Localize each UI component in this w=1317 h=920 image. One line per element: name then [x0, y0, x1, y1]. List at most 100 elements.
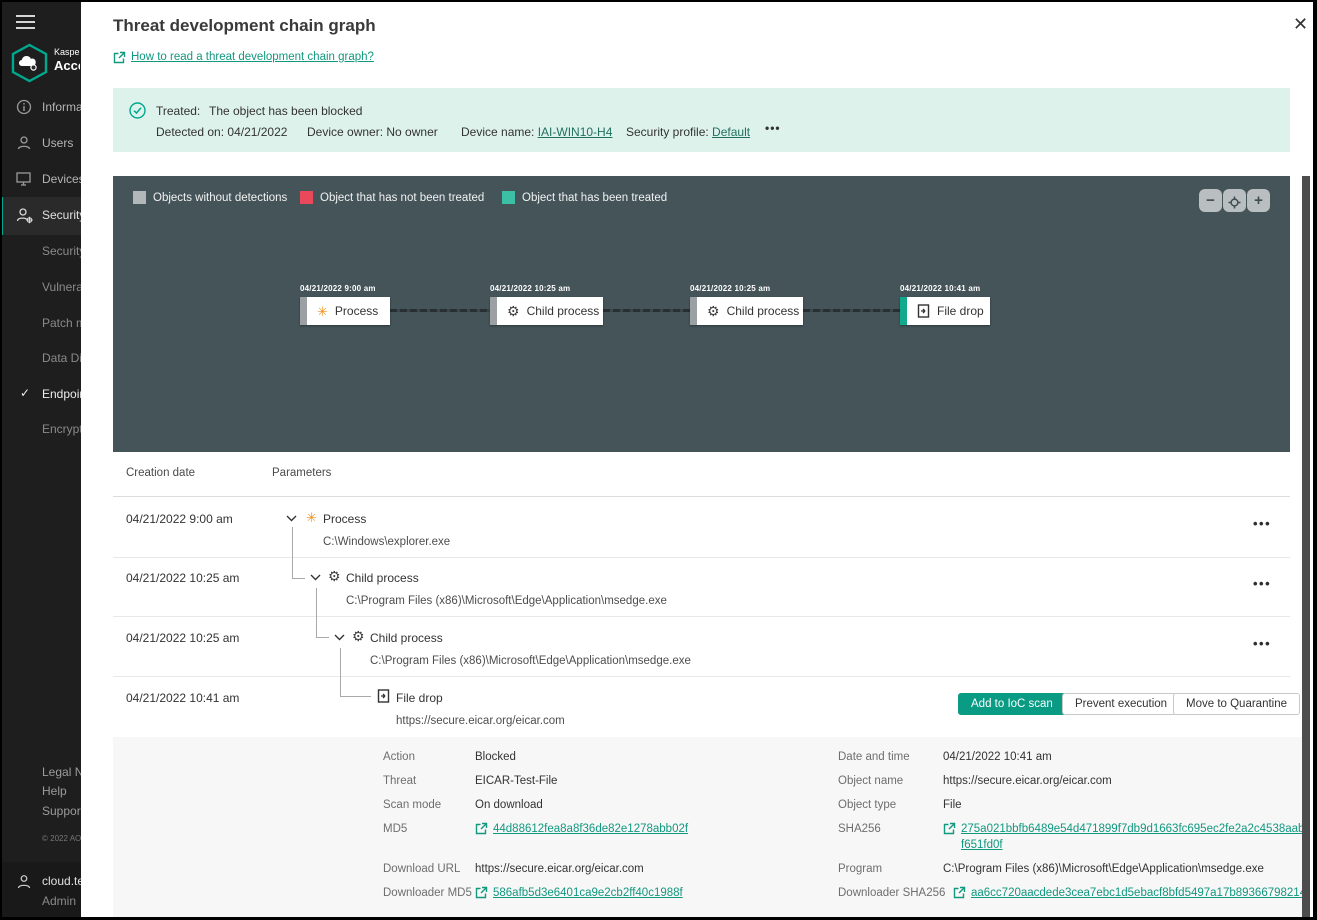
status-banner: Treated: The object has been blocked Det… [113, 88, 1290, 152]
detail-label: Object type [838, 799, 896, 811]
detail-label: SHA256 [838, 823, 881, 835]
row-more-icon[interactable]: ••• [1253, 516, 1271, 531]
device-owner-value: No owner [386, 125, 437, 139]
sidebar-subitem-data-discovery[interactable]: Data Dis [42, 351, 81, 365]
sidebar-subitem-patch-management[interactable]: Patch m [42, 316, 81, 330]
detail-value: https://secure.eicar.org/eicar.com [943, 775, 1112, 787]
md5-hash-link[interactable]: 44d88612fea8a8f36de82e1278abb02f [493, 821, 688, 837]
security-profile-link[interactable]: Default [712, 125, 750, 139]
detail-label: Date and time [838, 751, 910, 763]
detail-label: Object name [838, 775, 903, 787]
frame-edge [1313, 0, 1317, 920]
red-swatch-icon [300, 191, 313, 204]
copyright-text: © 2022 AO [42, 834, 81, 843]
user-role: Admin [42, 894, 81, 908]
chevron-down-icon[interactable] [334, 634, 345, 641]
graph-node-file-drop[interactable]: File drop [900, 297, 990, 325]
md5-link-row: 44d88612fea8a8f36de82e1278abb02f [475, 821, 688, 837]
sha256-hash-link[interactable]: 275a021bbfb6489e54d471899f7db9d1663fc695… [961, 821, 1305, 853]
sidebar-item-security[interactable]: Security [42, 208, 81, 222]
user-avatar-icon [16, 874, 32, 890]
close-icon[interactable]: ✕ [1293, 14, 1308, 35]
users-icon [16, 135, 32, 151]
legend-label: Object that has not been treated [320, 192, 484, 204]
check-icon: ✓ [20, 386, 30, 400]
legend-no-detections: Objects without detections [133, 191, 287, 204]
node-timestamp: 04/21/2022 10:41 am [900, 284, 980, 293]
column-header-creation-date: Creation date [126, 467, 195, 479]
external-link-icon [953, 886, 966, 899]
zoom-out-button[interactable]: − [1199, 189, 1222, 212]
sidebar-item-devices[interactable]: Devices [42, 172, 81, 186]
sidebar-subitem-endpoint[interactable]: Endpoin [42, 387, 81, 401]
downloader-sha256-hash-link[interactable]: aa6cc720aacdede3cea7ebc1d5ebacf8bfd5497a… [971, 885, 1305, 901]
node-label: Process [335, 304, 378, 318]
row-path: https://secure.eicar.org/eicar.com [396, 715, 565, 727]
node-timestamp: 04/21/2022 10:25 am [490, 284, 570, 293]
column-header-parameters: Parameters [272, 467, 331, 479]
sidebar-link-support[interactable]: Support [42, 804, 81, 818]
chevron-down-icon[interactable] [286, 515, 297, 522]
divider [113, 676, 1290, 677]
graph-node-child-process[interactable]: ⚙ Child process [690, 297, 803, 325]
node-label: Child process [727, 304, 800, 318]
row-path: C:\Program Files (x86)\Microsoft\Edge\Ap… [346, 595, 667, 607]
row-path: C:\Program Files (x86)\Microsoft\Edge\Ap… [370, 655, 691, 667]
detail-label: Downloader SHA256 [838, 887, 945, 899]
center-graph-button[interactable] [1223, 189, 1246, 212]
gear-icon: ⚙ [707, 304, 720, 318]
security-profile: Security profile: Default [626, 125, 750, 139]
row-more-icon[interactable]: ••• [1253, 576, 1271, 591]
sidebar-subitem-encryption[interactable]: Encrypt [42, 422, 81, 436]
graph-node-child-process[interactable]: ⚙ Child process [490, 297, 603, 325]
detail-value: EICAR-Test-File [475, 775, 557, 787]
scrollbar[interactable] [1302, 176, 1310, 917]
legend-treated: Object that has been treated [502, 191, 667, 204]
gear-icon: ⚙ [507, 304, 520, 318]
chevron-down-icon[interactable] [310, 574, 321, 581]
detail-label: Download URL [383, 863, 460, 875]
detail-label: Threat [383, 775, 416, 787]
detail-label: Action [383, 751, 415, 763]
frame-edge [0, 0, 2, 920]
graph-edge [803, 309, 900, 312]
node-label: Child process [527, 304, 600, 318]
prevent-execution-button[interactable]: Prevent execution [1062, 693, 1180, 715]
devices-icon [16, 171, 33, 187]
sidebar-link-help[interactable]: Help [42, 784, 81, 798]
node-status-bar [490, 297, 497, 325]
hamburger-menu-icon[interactable] [16, 15, 35, 29]
row-creation-date: 04/21/2022 9:00 am [126, 512, 233, 526]
sidebar-subitem-security-management[interactable]: Security [42, 244, 81, 258]
tree-connector [340, 648, 371, 697]
sidebar-item-users[interactable]: Users [42, 136, 81, 150]
divider [113, 557, 1290, 558]
gear-icon: ⚙ [352, 629, 365, 643]
page-title: Threat development chain graph [113, 16, 376, 36]
user-account-name: cloud.te [42, 874, 81, 888]
move-to-quarantine-button[interactable]: Move to Quarantine [1173, 693, 1300, 715]
device-name-link[interactable]: IAI-WIN10-H4 [538, 125, 613, 139]
file-drop-icon [917, 304, 930, 318]
banner-more-icon[interactable]: ••• [765, 121, 781, 135]
sidebar-user-section[interactable]: cloud.te Admin [0, 862, 81, 920]
node-timestamp: 04/21/2022 10:25 am [690, 284, 770, 293]
graph-edge [390, 309, 490, 312]
node-status-bar [300, 297, 307, 325]
zoom-in-button[interactable]: + [1247, 189, 1270, 212]
detected-on-value: 04/21/2022 [227, 125, 287, 139]
kaspersky-logo-icon [9, 43, 50, 83]
row-more-icon[interactable]: ••• [1253, 636, 1271, 651]
gear-icon: ⚙ [328, 569, 341, 583]
how-to-read-link[interactable]: How to read a threat development chain g… [131, 51, 374, 63]
add-to-ioc-scan-button[interactable]: Add to IoC scan [958, 693, 1066, 715]
downloader-md5-hash-link[interactable]: 586afb5d3e6401ca9e2cb2ff40c1988f [493, 885, 683, 901]
detail-label: Program [838, 863, 882, 875]
brand-name-top: Kasper [54, 47, 80, 57]
graph-node-process[interactable]: ✳ Process [300, 297, 390, 325]
sidebar-item-information[interactable]: Informa [42, 100, 81, 114]
row-creation-date: 04/21/2022 10:41 am [126, 691, 239, 705]
teal-swatch-icon [502, 191, 515, 204]
sidebar-subitem-vulnerability[interactable]: Vulnera [42, 280, 81, 294]
sidebar-link-legal[interactable]: Legal N [42, 765, 81, 779]
